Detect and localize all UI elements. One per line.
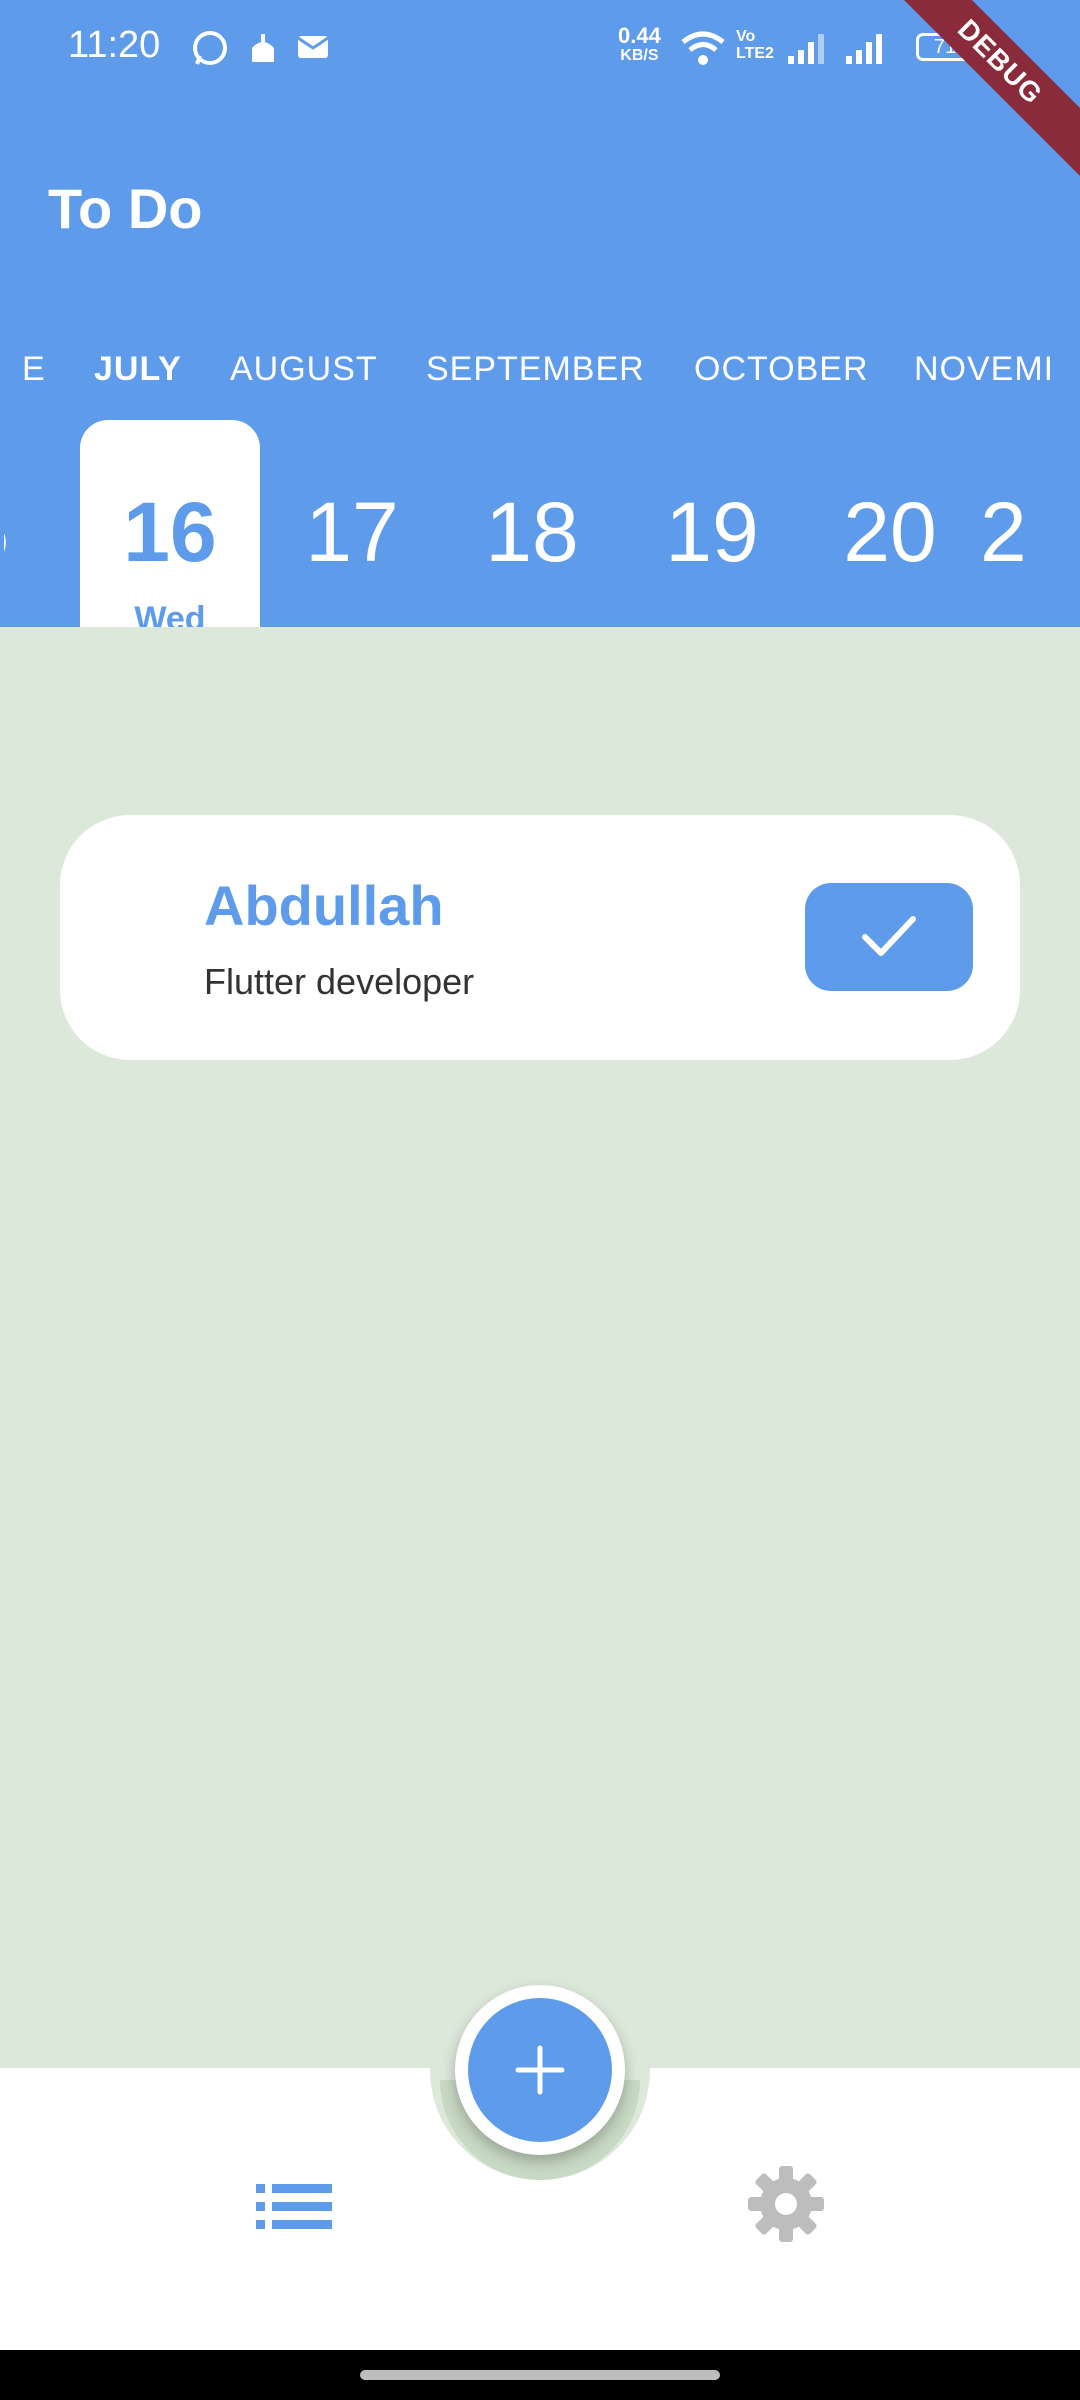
nav-tasks-button[interactable] (256, 2182, 332, 2237)
wifi-icon (680, 28, 726, 73)
month-selector[interactable]: E JULY AUGUST SEPTEMBER OCTOBER NOVEMI (0, 350, 1056, 400)
day-item[interactable]: 17 (262, 484, 442, 581)
nav-settings-button[interactable] (746, 2164, 826, 2249)
checkmark-icon (862, 916, 916, 956)
add-task-button[interactable] (468, 1998, 612, 2142)
list-icon (256, 2184, 332, 2229)
selected-day-weekday: Wed (134, 600, 206, 627)
day-item[interactable]: 5 (4, 484, 46, 581)
month-item[interactable]: SEPTEMBER (426, 350, 645, 389)
task-title: Abdullah (204, 874, 444, 937)
home-indicator[interactable] (360, 2370, 720, 2380)
month-item[interactable]: NOVEMI (914, 350, 1054, 389)
signal-icon (844, 28, 888, 73)
day-item[interactable]: 20 (800, 484, 980, 581)
complete-task-button[interactable] (805, 883, 973, 991)
gear-icon (748, 2166, 824, 2242)
month-item-selected[interactable]: JULY (94, 350, 182, 389)
month-item[interactable]: AUGUST (230, 350, 378, 389)
month-item[interactable]: E (22, 350, 46, 389)
status-time: 11:20 (68, 24, 161, 66)
whatsapp-icon (190, 28, 230, 73)
network-speed-value: 0.44 (618, 23, 661, 48)
mosque-icon (248, 28, 278, 73)
day-item-selected[interactable]: 16 Wed (80, 420, 260, 627)
network-speed: 0.44 KB/S (618, 23, 661, 66)
task-card[interactable]: Abdullah Flutter developer (60, 815, 1020, 1060)
volte-icon: Vo LTE2 (736, 28, 774, 62)
plus-icon (515, 2045, 565, 2095)
day-selector[interactable]: 5 16 Wed 17 18 19 20 2 (0, 420, 1080, 627)
system-navigation-bar (0, 2350, 1080, 2400)
task-subtitle: Flutter developer (204, 961, 475, 1002)
month-item[interactable]: OCTOBER (694, 350, 869, 389)
page-title: To Do (48, 177, 203, 240)
network-speed-unit: KB/S (620, 47, 659, 64)
app-header: 11:20 0.44 KB/S Vo LTE2 71 DEBUG To Do E… (0, 0, 1080, 627)
day-item[interactable]: 19 (622, 484, 802, 581)
day-item[interactable]: 2 (980, 484, 1060, 581)
selected-day-number: 16 (123, 485, 217, 579)
day-item[interactable]: 18 (442, 484, 622, 581)
signal-icon (786, 28, 830, 73)
mail-icon (296, 28, 330, 73)
